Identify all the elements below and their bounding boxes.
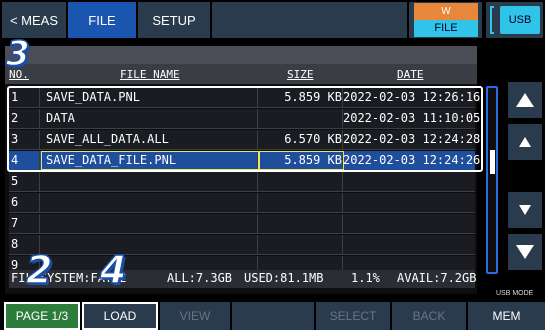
table-row[interactable]: 5 — [9, 172, 475, 192]
back-button[interactable]: BACK — [392, 302, 466, 330]
usb-button[interactable]: USB — [500, 6, 540, 34]
header-date: DATE — [397, 68, 424, 81]
page-down-button[interactable] — [508, 234, 542, 270]
column-divider — [39, 214, 40, 234]
w-status-badge: W — [414, 3, 478, 20]
triangle-up-small-icon — [519, 137, 531, 147]
column-divider — [257, 172, 258, 192]
file-list-top-strip — [5, 46, 477, 64]
column-divider — [257, 193, 258, 213]
column-divider — [257, 235, 258, 255]
filesystem-avail: AVAIL:7.2GB — [397, 271, 477, 285]
triangle-up-large-icon — [516, 93, 534, 107]
column-divider — [342, 235, 343, 255]
file-rows-highlight-frame — [7, 86, 483, 172]
bottom-bar-spacer — [232, 302, 314, 330]
column-divider — [39, 172, 40, 192]
filesystem-used: USED:81.1MB — [244, 271, 324, 285]
tab-setup[interactable]: SETUP — [138, 2, 210, 38]
row-number: 5 — [11, 174, 19, 188]
view-button[interactable]: VIEW — [160, 302, 230, 330]
column-divider — [342, 214, 343, 234]
column-divider — [39, 193, 40, 213]
mem-button[interactable]: MEM — [468, 302, 545, 330]
table-row[interactable]: 6 — [9, 193, 475, 213]
callout-number-2: 2 — [25, 247, 53, 293]
tab-file[interactable]: FILE — [68, 2, 136, 38]
column-divider — [342, 193, 343, 213]
header-size: SIZE — [287, 68, 314, 81]
file-status-badge: FILE — [414, 20, 478, 37]
top-bar-spacer — [212, 2, 407, 38]
triangle-down-small-icon — [519, 205, 531, 215]
select-button[interactable]: SELECT — [316, 302, 390, 330]
column-divider — [257, 214, 258, 234]
triangle-down-large-icon — [516, 245, 534, 259]
header-file-name: FILE NAME — [120, 68, 180, 81]
table-row[interactable]: 7 — [9, 214, 475, 234]
filesystem-percent: 1.1% — [351, 271, 380, 285]
column-divider — [342, 172, 343, 192]
load-button[interactable]: LOAD — [82, 302, 158, 330]
callout-number-4: 4 — [99, 247, 127, 293]
usb-mode-label: USB MODE — [496, 290, 534, 297]
filesystem-all: ALL:7.3GB — [167, 271, 233, 285]
file-list-header: NO. FILE NAME SIZE DATE — [5, 64, 477, 84]
scrollbar-track[interactable] — [486, 86, 498, 274]
usb-bracket-icon — [490, 6, 494, 34]
callout-number-3: 3 — [5, 33, 30, 75]
table-row[interactable]: 8 — [9, 235, 475, 255]
scrollbar-thumb[interactable] — [490, 150, 495, 174]
filesystem-status-line: FILESYSTEM:FAT32 ALL:7.3GB USED:81.1MB 1… — [9, 270, 477, 288]
scroll-up-button[interactable] — [508, 124, 542, 160]
row-number: 6 — [11, 195, 19, 209]
tab-meas[interactable]: < MEAS — [2, 2, 66, 38]
scroll-down-button[interactable] — [508, 192, 542, 228]
row-number: 7 — [11, 216, 19, 230]
page-up-button[interactable] — [508, 82, 542, 118]
page-button[interactable]: PAGE 1/3 — [4, 302, 80, 330]
